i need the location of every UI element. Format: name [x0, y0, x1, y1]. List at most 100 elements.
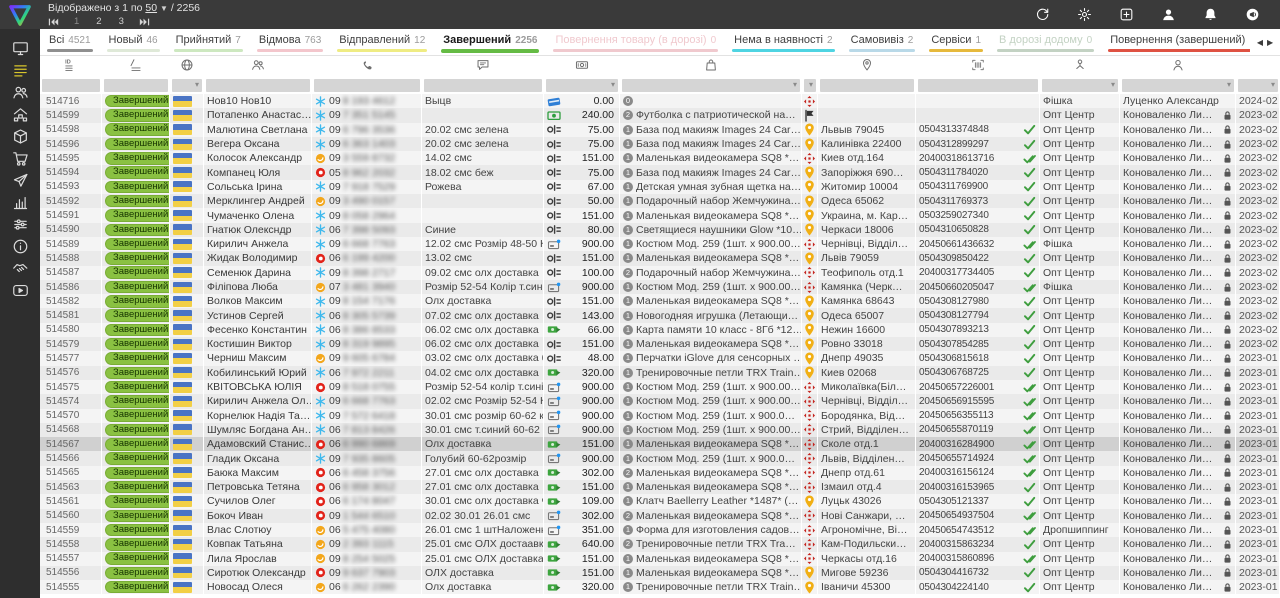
- tab-8[interactable]: Самовивіз2: [842, 29, 923, 55]
- filter-input-tracking[interactable]: [918, 79, 1038, 92]
- tab-1[interactable]: Новый46: [100, 29, 167, 55]
- column-header-source[interactable]: [1040, 56, 1120, 78]
- table-row[interactable]: 514577ЗавершенийЧерниш Максим099 605 678…: [40, 351, 1280, 365]
- table-row[interactable]: 514598ЗавершенийМалютина Светлана096 796…: [40, 123, 1280, 137]
- table-row[interactable]: 514568ЗавершенийШумляс Богдана Ан…067 81…: [40, 423, 1280, 437]
- table-row[interactable]: 514595ЗавершенийКолосок Александр093 559…: [40, 151, 1280, 165]
- filter-input-id[interactable]: [42, 79, 100, 92]
- filter-input-manager[interactable]: ▾: [1122, 79, 1234, 92]
- user-icon[interactable]: [1161, 7, 1176, 22]
- table-row[interactable]: 514563ЗавершенийПетровська Тетяна066 958…: [40, 480, 1280, 494]
- tab-2[interactable]: Прийнятий7: [167, 29, 250, 55]
- app-logo-icon[interactable]: [0, 0, 40, 29]
- tab-6[interactable]: Повернення товару (в дорозі)0: [546, 29, 725, 55]
- table-row[interactable]: 514588ЗавершенийЖидак Володимир066 199 4…: [40, 251, 1280, 265]
- tab-scroll-left-icon[interactable]: ◀: [1257, 38, 1263, 47]
- table-row[interactable]: 514580ЗавершенийФесенко Константин068 38…: [40, 323, 1280, 337]
- table-row[interactable]: 514556ЗавершенийСиротюк Олександр099 637…: [40, 566, 1280, 580]
- table-row[interactable]: 514581ЗавершенийУстинов Сергей068 305 57…: [40, 308, 1280, 322]
- first-page-button[interactable]: [48, 18, 59, 26]
- page-button-3[interactable]: 3: [117, 16, 126, 27]
- table-row[interactable]: 514599ЗавершенийПотапенко Анастас…097 35…: [40, 108, 1280, 122]
- filter-input-product[interactable]: ▾: [622, 79, 800, 92]
- table-row[interactable]: 514560ЗавершенийБокоч Иван091 544 651002…: [40, 509, 1280, 523]
- last-page-button[interactable]: [139, 18, 150, 26]
- table-row[interactable]: 514592ЗавершенийМерклингер Андрей093 490…: [40, 194, 1280, 208]
- sidebar-item-company[interactable]: [0, 103, 40, 125]
- table-row[interactable]: 514574ЗавершенийКирилич Анжела Ол…096 66…: [40, 394, 1280, 408]
- table-row[interactable]: 514558ЗавершенийКовпак Татьяна092 393 11…: [40, 537, 1280, 551]
- filter-input-source[interactable]: ▾: [1042, 79, 1118, 92]
- column-header-date[interactable]: [1236, 56, 1280, 78]
- table-row[interactable]: 514594ЗавершенийКомпанец Юля058 962 2032…: [40, 165, 1280, 179]
- add-icon[interactable]: [1119, 7, 1134, 22]
- table-row[interactable]: 514567ЗавершенийАдамовский Станис…066 99…: [40, 437, 1280, 451]
- table-row[interactable]: 514589ЗавершенийКирилич Анжела096 668 77…: [40, 237, 1280, 251]
- tab-9[interactable]: Сервіси1: [922, 29, 990, 55]
- sidebar-item-cart[interactable]: [0, 147, 40, 169]
- table-row[interactable]: 514565ЗавершенийБаюка Максим066 458 3756…: [40, 466, 1280, 480]
- tab-10[interactable]: В дорозі додому0: [990, 29, 1101, 55]
- table-row[interactable]: 514587ЗавершенийСеменюк Дарина098 398 27…: [40, 266, 1280, 280]
- filter-input-comment[interactable]: [424, 79, 542, 92]
- tab-11[interactable]: Повернення (завершений)125: [1101, 29, 1250, 55]
- page-button-1[interactable]: 1: [72, 16, 81, 27]
- filter-input-status[interactable]: [104, 79, 168, 92]
- sidebar-item-campaigns[interactable]: [0, 169, 40, 191]
- column-header-tracking[interactable]: [916, 56, 1040, 78]
- column-header-payment[interactable]: [544, 56, 620, 78]
- filter-input-city[interactable]: [820, 79, 914, 92]
- notifications-icon[interactable]: [1203, 7, 1218, 22]
- tab-scroll-right-icon[interactable]: ▶: [1267, 38, 1273, 47]
- announce-icon[interactable]: [1245, 7, 1260, 22]
- table-row[interactable]: 514586ЗавершенийФіліпова Люба073 481 394…: [40, 280, 1280, 294]
- filter-input-date[interactable]: ▾: [1238, 79, 1278, 92]
- column-header-status[interactable]: [102, 56, 170, 78]
- sidebar-item-settings[interactable]: [0, 213, 40, 235]
- table-row[interactable]: 514591ЗавершенийЧумаченко Олена098 058 2…: [40, 208, 1280, 222]
- filter-input-client[interactable]: [206, 79, 310, 92]
- filter-input-country[interactable]: ▾: [172, 79, 202, 92]
- column-header-phone[interactable]: [312, 56, 422, 78]
- sidebar-item-dashboard[interactable]: [0, 37, 40, 59]
- sidebar-item-tutorials[interactable]: [0, 279, 40, 301]
- table-row[interactable]: 514559ЗавершенийВлас Слотюу065 475 40802…: [40, 523, 1280, 537]
- table-row[interactable]: 514593ЗавершенийСольська Ірина097 918 75…: [40, 180, 1280, 194]
- column-header-client[interactable]: [204, 56, 312, 78]
- column-header-comment[interactable]: [422, 56, 544, 78]
- table-row[interactable]: 514576ЗавершенийКобилинський Юрий067 972…: [40, 366, 1280, 380]
- column-header-product[interactable]: [620, 56, 802, 78]
- table-row[interactable]: 514582ЗавершенийВолков Максим098 154 717…: [40, 294, 1280, 308]
- filter-input-phone[interactable]: [314, 79, 420, 92]
- table-row[interactable]: 514561ЗавершенийСучилов Олег066 174 8047…: [40, 494, 1280, 508]
- table-row[interactable]: 514570ЗавершенийКорнелюк Надія Та…097 57…: [40, 409, 1280, 423]
- tab-zavershenyi-active[interactable]: Завершений2256: [434, 29, 546, 55]
- sidebar-item-statistics[interactable]: [0, 191, 40, 213]
- column-header-manager[interactable]: [1120, 56, 1236, 78]
- table-row[interactable]: 514596ЗавершенийВегера Оксана096 363 140…: [40, 137, 1280, 151]
- per-page-dropdown[interactable]: 50: [145, 2, 157, 14]
- sidebar-item-partners[interactable]: [0, 257, 40, 279]
- sidebar-item-products[interactable]: [0, 125, 40, 147]
- sidebar-item-team[interactable]: [0, 81, 40, 103]
- tab-7[interactable]: Нема в наявності2: [725, 29, 841, 55]
- page-button-2[interactable]: 2: [94, 16, 103, 27]
- filter-input-carrier[interactable]: ▾: [804, 79, 816, 92]
- tab-0[interactable]: Всі4521: [40, 29, 100, 55]
- tab-3[interactable]: Відмова763: [250, 29, 330, 55]
- column-header-country[interactable]: [170, 56, 204, 78]
- table-row[interactable]: 514590ЗавершенийГнатюк Олексндр067 398 5…: [40, 223, 1280, 237]
- column-header-id[interactable]: ID: [40, 56, 102, 78]
- refresh-icon[interactable]: [1035, 7, 1050, 22]
- sidebar-item-orders[interactable]: [0, 59, 40, 81]
- table-row[interactable]: 514566ЗавершенийГладик Оксана097 935 860…: [40, 451, 1280, 465]
- column-header-carrier[interactable]: [802, 56, 818, 78]
- sidebar-item-info[interactable]: [0, 235, 40, 257]
- table-row[interactable]: 514555ЗавершенийНовосад Олеся066 262 239…: [40, 580, 1280, 594]
- table-row[interactable]: 514557ЗавершенийЛила Ярослав098 254 5025…: [40, 552, 1280, 566]
- table-row[interactable]: 514716ЗавершенийНов10 Нов10098 193 4612В…: [40, 94, 1280, 108]
- table-row[interactable]: 514579ЗавершенийКостишин Виктор098 319 9…: [40, 337, 1280, 351]
- settings-icon[interactable]: [1077, 7, 1092, 22]
- table-row[interactable]: 514575ЗавершенийКВІТОВСЬКА ЮЛІЯ098 518 0…: [40, 380, 1280, 394]
- tab-4[interactable]: Відправлений12: [330, 29, 434, 55]
